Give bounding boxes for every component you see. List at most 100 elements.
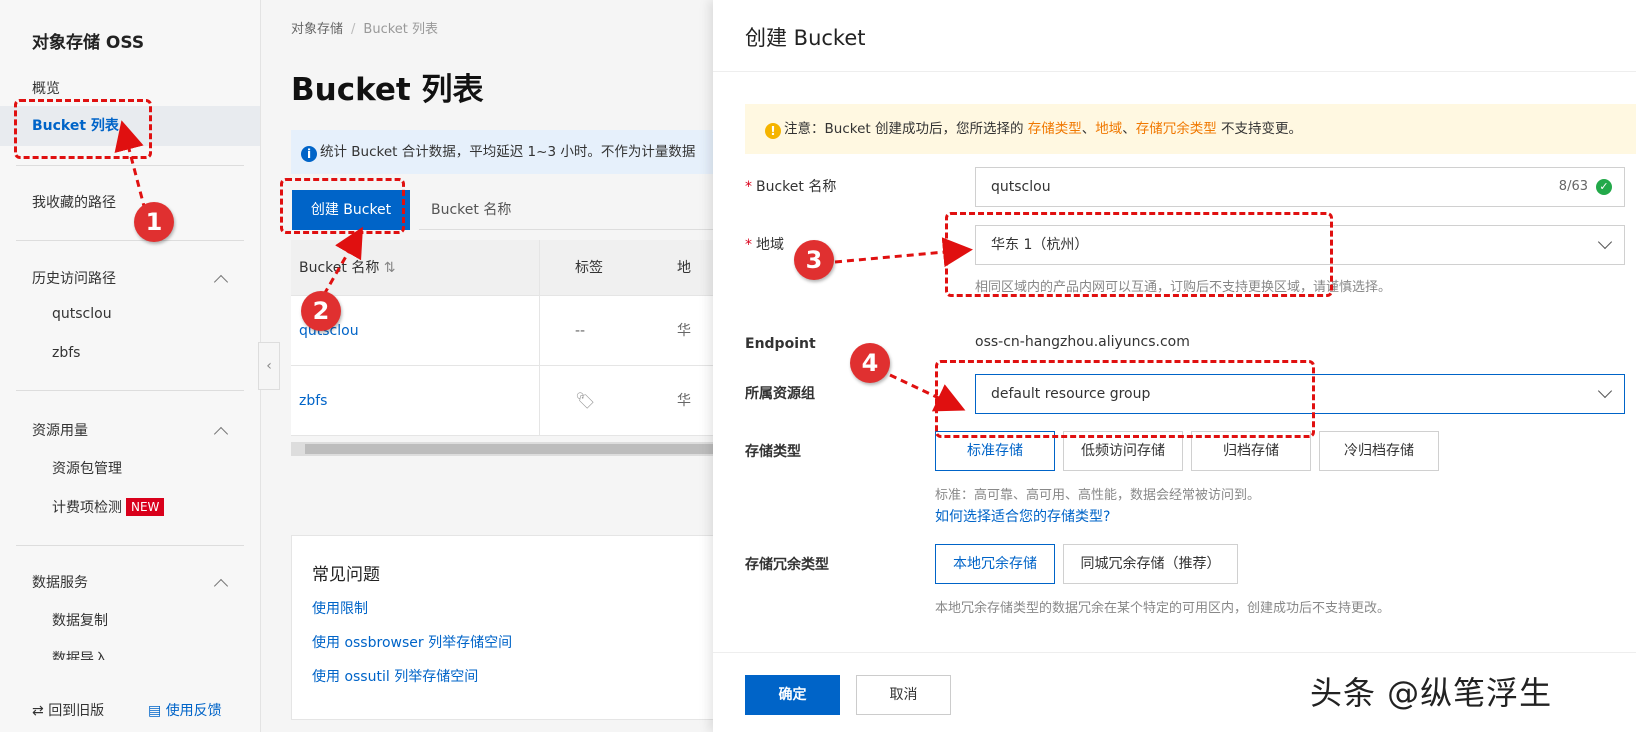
warning-notice: ! 注意：Bucket 创建成功后，您所选择的 存储类型、地域、存储冗余类型 不支… [745,104,1636,154]
breadcrumb-current: Bucket 列表 [363,22,439,37]
char-count: 8/63 [1558,179,1588,194]
chevron-up-icon[interactable] [213,426,229,442]
breadcrumb: 对象存储 / Bucket 列表 [291,18,438,37]
cancel-button[interactable]: 取消 [856,675,951,715]
column-header-label: Bucket 名称 [299,260,380,276]
redundancy-label: 存储冗余类型 [745,557,829,573]
new-badge: NEW [126,498,165,516]
faq-link[interactable]: 使用 ossutil 列举存储空间 [312,666,478,686]
annotation-box-3 [945,212,1333,297]
table-header: Bucket 名称 ⇅ 标签 地 [291,240,713,296]
label-text: Bucket 名称 [756,179,837,195]
chevron-up-icon[interactable] [213,578,229,594]
faq-panel: 常见问题 使用限制 使用 ossbrowser 列举存储空间 使用 ossuti… [291,535,713,720]
info-notice: i 统计 Bucket 合计数据，平均延迟 1~3 小时。不作为计量数据 [291,130,713,174]
region-label: * 地域 [745,234,784,254]
collapse-sidebar-handle[interactable]: ‹ [258,342,280,390]
label-text: 地域 [756,237,784,253]
warning-separator: 、 [1122,121,1136,137]
sort-icon[interactable]: ⇅ [384,260,396,276]
annotation-box-2 [280,178,405,234]
feedback-label: 使用反馈 [165,703,222,719]
search-field-selector[interactable]: Bucket 名称 [419,190,713,230]
redundancy-option-lrs[interactable]: 本地冗余存储 [935,544,1055,584]
bucket-table: Bucket 名称 ⇅ 标签 地 qutsclou -- 华 zbfs 🏷 华 [291,240,713,436]
sidebar-group-data-services[interactable]: 数据服务 [32,572,88,592]
bucket-name-label: * Bucket 名称 [745,176,836,196]
warning-separator: 、 [1081,121,1096,137]
redundancy-hint: 本地冗余存储类型的数据冗余在某个特定的可用区内，创建成功后不支持更改。 [935,601,1391,616]
sidebar-item-overview[interactable]: 概览 [32,78,60,98]
storage-hint: 标准：高可靠、高可用、高性能，数据会经常被访问到。 [935,488,1261,503]
back-old-label: 回到旧版 [48,703,105,719]
resource-group-label: 所属资源组 [745,386,815,402]
storage-type-label: 存储类型 [745,444,801,460]
warning-keyword: 存储冗余类型 [1135,121,1217,137]
annotation-box-1 [14,99,152,159]
breadcrumb-separator: / [351,22,356,37]
sidebar-history-item[interactable]: zbfs [52,345,80,361]
region-cell: 华 [677,393,691,409]
sidebar-item-label: 计费项检测 [52,500,122,516]
info-icon: i [301,146,317,162]
back-to-old-version[interactable]: ⇄ 回到旧版 [32,700,104,720]
notice-text: 统计 Bucket 合计数据，平均延迟 1~3 小时。不作为计量数据 [320,144,696,160]
faq-link[interactable]: 使用限制 [312,598,368,618]
region-cell: 华 [677,323,691,339]
sidebar-title: 对象存储 OSS [32,33,145,53]
sidebar-divider [16,240,244,241]
faq-title: 常见问题 [312,565,380,585]
warning-text: 不支持变更。 [1216,121,1303,137]
horizontal-scrollbar[interactable] [291,442,713,456]
sidebar-divider [16,390,244,391]
breadcrumb-item[interactable]: 对象存储 [291,22,343,37]
warning-keyword: 存储类型 [1027,121,1082,137]
sidebar-item-data-import[interactable]: 数据导入 [52,648,108,660]
watermark: 头条 @纵笔浮生 [1310,674,1553,712]
annotation-number-3: 3 [794,240,834,280]
column-divider [539,240,540,436]
faq-link[interactable]: 使用 ossbrowser 列举存储空间 [312,632,512,652]
sidebar-group-resource-usage[interactable]: 资源用量 [32,420,88,440]
main-content: 对象存储 / Bucket 列表 Bucket 列表 i 统计 Bucket 合计数据… [261,0,713,732]
bucket-link[interactable]: zbfs [299,366,327,436]
annotation-box-4 [935,360,1315,438]
sidebar-group-history[interactable]: 历史访问路径 [32,268,116,288]
storage-help-link[interactable]: 如何选择适合您的存储类型? [935,506,1110,526]
storage-option-cold-archive[interactable]: 冷归档存储 [1319,431,1439,471]
table-row: qutsclou -- 华 [291,296,713,366]
column-header-tag: 标签 [575,260,603,276]
warning-icon: ! [765,123,781,139]
feedback-link[interactable]: ▤ 使用反馈 [148,700,222,720]
sidebar-divider [16,165,244,166]
required-mark: * [745,237,752,253]
tag-icon[interactable]: 🏷 [575,366,595,436]
table-row: zbfs 🏷 华 [291,366,713,436]
annotation-number-2: 2 [301,291,341,331]
drawer-header-divider [713,71,1636,72]
input-value: qutsclou [991,179,1051,195]
chevron-down-icon [1597,383,1613,399]
sidebar-item-data-replication[interactable]: 数据复制 [52,610,108,630]
sidebar-item-favorites[interactable]: 我收藏的路径 [32,192,116,212]
bucket-name-input[interactable]: qutsclou 8/63 ✓ [975,167,1625,207]
sidebar-history-item[interactable]: qutsclou [52,306,112,322]
drawer-footer-divider [713,652,1636,653]
sidebar-divider [16,545,244,546]
drawer-title: 创建 Bucket [745,26,866,50]
column-header-region: 地 [677,260,691,276]
check-icon: ✓ [1596,179,1612,195]
required-mark: * [745,179,752,195]
sidebar-item-billing-check[interactable]: 计费项检测 NEW [52,497,165,517]
endpoint-value: oss-cn-hangzhou.aliyuncs.com [975,334,1190,350]
endpoint-label: Endpoint [745,336,816,352]
column-header-name[interactable]: Bucket 名称 ⇅ [299,240,396,296]
scrollbar-thumb[interactable] [305,444,713,454]
chevron-up-icon[interactable] [213,274,229,290]
sidebar-item-package-management[interactable]: 资源包管理 [52,458,122,478]
swap-icon: ⇄ [32,703,44,719]
confirm-button[interactable]: 确定 [745,675,840,715]
redundancy-option-zrs[interactable]: 同城冗余存储（推荐） [1063,544,1238,584]
annotation-number-4: 4 [850,343,890,383]
page-title: Bucket 列表 [291,72,484,108]
